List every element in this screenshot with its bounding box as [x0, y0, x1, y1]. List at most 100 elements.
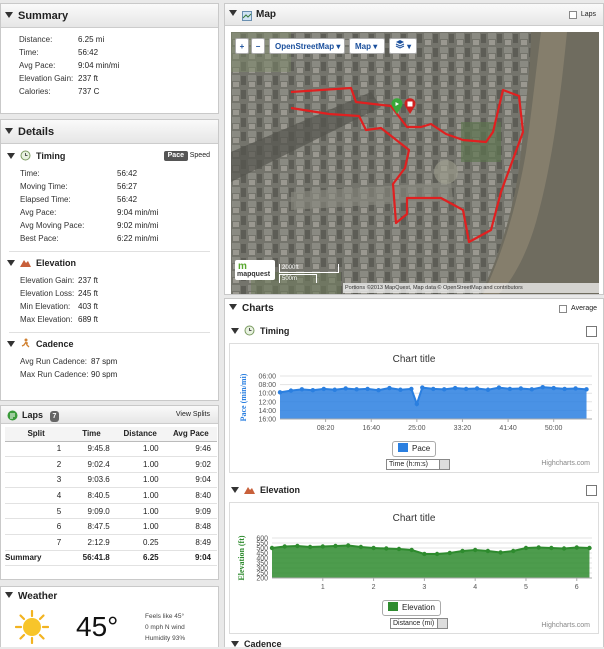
laps-header[interactable]: Laps 7 View Splits	[1, 406, 218, 424]
finish-marker-icon[interactable]	[404, 98, 416, 114]
cadence-value: 87 spm	[91, 357, 118, 366]
x-tick-label: 33:20	[454, 425, 472, 432]
feels-like: Feels like 45°	[145, 613, 185, 620]
timing-value: 56:42	[117, 169, 138, 178]
cadence-chart-subheader[interactable]: Cadence	[225, 639, 603, 649]
table-cell: 9:45.8	[67, 441, 116, 458]
speed-toggle[interactable]: Speed	[190, 151, 210, 161]
table-cell: 1.00	[115, 456, 165, 473]
charts-header[interactable]: Charts Average	[225, 299, 603, 319]
column-header[interactable]: Time	[67, 427, 116, 442]
map-type-select[interactable]: Map ▾	[349, 38, 385, 54]
elevation-row: Elevation Gain: 237 ft	[1, 274, 218, 287]
timing-value: 56:27	[117, 182, 138, 191]
summary-list: Distance: 6.25 mi Time: 56:42 Avg Pace: 9:0…	[1, 28, 218, 98]
data-point	[511, 548, 516, 554]
weather-header[interactable]: Weather	[1, 587, 218, 607]
data-point	[321, 386, 326, 392]
data-point	[496, 385, 502, 390]
collapse-triangle-icon[interactable]	[229, 10, 237, 17]
pace-toggle[interactable]: Pace	[163, 151, 188, 161]
summary-row: Calories: 737 C	[1, 85, 218, 98]
layers-button[interactable]: ▾	[389, 38, 417, 54]
expand-icon[interactable]	[586, 485, 597, 496]
collapse-triangle-icon[interactable]	[7, 259, 15, 266]
table-cell: 7	[5, 534, 68, 551]
table-cell: 56:41.8	[67, 549, 116, 567]
collapse-triangle-icon[interactable]	[5, 12, 13, 19]
map-source-label: OpenStreetMap	[275, 42, 335, 51]
map-canvas[interactable]: + − OpenStreetMap ▾ Map ▾ ▾ m mapquest 2…	[231, 32, 599, 294]
details-header[interactable]: Details	[1, 120, 218, 144]
average-checkbox[interactable]	[559, 305, 567, 313]
map-source-select[interactable]: OpenStreetMap ▾	[269, 38, 345, 54]
laps-checkbox[interactable]	[569, 11, 577, 19]
elevation-subheader[interactable]: Elevation	[1, 255, 218, 272]
collapse-triangle-icon[interactable]	[5, 128, 13, 135]
map-header[interactable]: Map Laps	[225, 4, 603, 26]
x-tick-label: 1	[321, 584, 325, 591]
highcharts-credit[interactable]: Highcharts.com	[541, 460, 590, 467]
elevation-row: Min Elevation: 403 ft	[1, 300, 218, 313]
table-row[interactable]: 5 9:09.0 1.00 9:09	[5, 503, 217, 520]
timing-chart-subheader[interactable]: Timing	[225, 323, 603, 339]
laps-summary-row[interactable]: Summary 56:41.8 6.25 9:04	[5, 549, 217, 567]
pace-legend[interactable]: Pace	[392, 441, 437, 457]
chevron-down-icon	[439, 460, 449, 469]
table-row[interactable]: 2 9:02.4 1.00 9:02	[5, 456, 217, 473]
expand-icon[interactable]	[586, 326, 597, 337]
view-splits-link[interactable]: View Splits	[176, 406, 210, 424]
series-area	[272, 545, 590, 578]
collapse-triangle-icon[interactable]	[7, 152, 15, 159]
elevation-axis-select-value: Distance (mi)	[393, 620, 435, 627]
summary-row: Elevation Gain: 237 ft	[1, 72, 218, 85]
timing-row: Avg Pace: 9:04 min/mi	[1, 206, 218, 219]
mountain-icon	[20, 257, 31, 268]
data-point	[529, 387, 534, 392]
column-header[interactable]: Split	[5, 427, 68, 442]
table-row[interactable]: 6 8:47.5 1.00 8:48	[5, 518, 217, 536]
table-cell: 8:40	[164, 487, 217, 504]
table-row[interactable]: 4 8:40.5 1.00 8:40	[5, 487, 217, 504]
data-point	[396, 546, 402, 552]
column-header[interactable]: Distance	[115, 427, 165, 442]
collapse-triangle-icon[interactable]	[229, 304, 237, 311]
collapse-triangle-icon[interactable]	[231, 486, 239, 493]
y-tick-label: 14:00	[258, 408, 276, 415]
collapse-triangle-icon[interactable]	[7, 340, 15, 347]
chevron-down-icon: ▾	[336, 42, 341, 51]
timing-chart: Chart title 06:00 08:00 10:00 12:00 14:00 16:…	[229, 343, 599, 473]
pace-legend-swatch	[398, 443, 408, 453]
summary-label: Avg Pace:	[19, 61, 56, 70]
elevation-legend[interactable]: Elevation	[382, 600, 441, 616]
table-row[interactable]: 7 2:12.9 0.25 8:49	[5, 534, 217, 551]
collapse-triangle-icon[interactable]	[231, 327, 239, 334]
summary-header[interactable]: Summary	[1, 4, 218, 28]
elevation-label: Elevation Loss:	[20, 289, 75, 298]
collapse-triangle-icon[interactable]	[5, 592, 13, 599]
divider	[9, 251, 210, 252]
data-point	[371, 545, 376, 551]
zoom-in-button[interactable]: +	[235, 38, 249, 54]
timing-subheader[interactable]: Timing Pace Speed	[1, 148, 218, 165]
start-marker-icon[interactable]	[391, 98, 403, 114]
data-point	[447, 550, 452, 556]
y-tick-label: 10:00	[258, 391, 276, 398]
timing-value: 9:04 min/mi	[117, 208, 159, 217]
table-row[interactable]: 1 9:45.8 1.00 9:46	[5, 441, 217, 458]
column-header[interactable]: Avg Pace	[164, 427, 217, 442]
highcharts-credit[interactable]: Highcharts.com	[541, 622, 590, 629]
cadence-subheader[interactable]: Cadence	[1, 336, 218, 353]
laps-count-badge: 7	[49, 411, 60, 422]
table-row[interactable]: 3 9:03.6 1.00 9:04	[5, 472, 217, 489]
pace-axis-select[interactable]: Time (h:m:s)	[386, 459, 450, 470]
elevation-axis-select[interactable]: Distance (mi)	[390, 618, 448, 629]
summary-value: 237 ft	[78, 74, 99, 83]
cadence-title: Cadence	[36, 339, 74, 349]
divider	[9, 332, 210, 333]
zoom-out-button[interactable]: −	[251, 38, 265, 54]
map-attribution[interactable]: Portions ©2013 MapQuest, Map data © Open…	[343, 283, 599, 293]
elevation-chart-subheader[interactable]: Elevation	[225, 482, 603, 498]
collapse-triangle-icon[interactable]	[231, 640, 239, 647]
details-title: Details	[18, 126, 55, 138]
